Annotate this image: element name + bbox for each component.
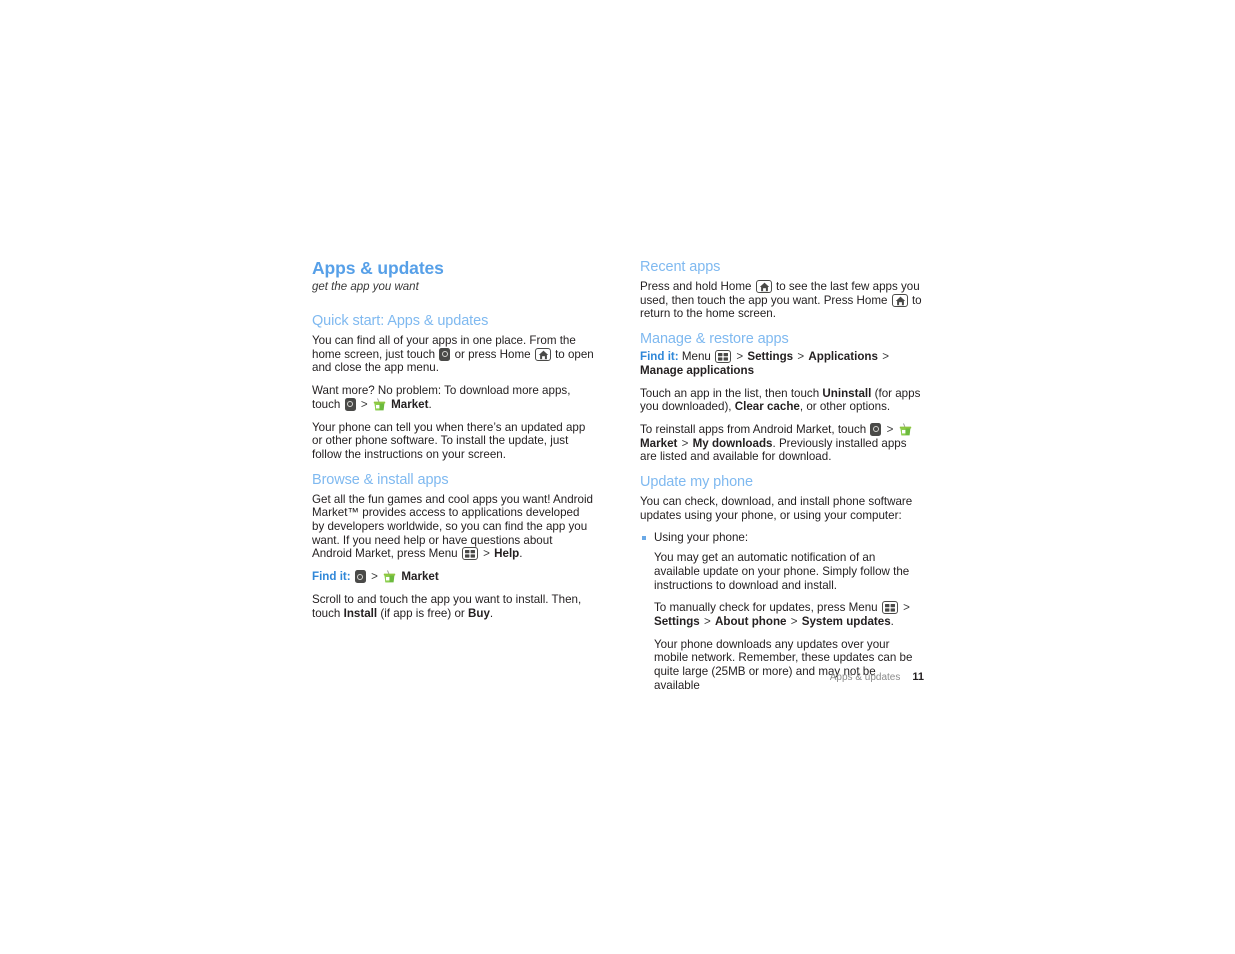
separator-gt: > — [681, 436, 689, 450]
menu-key-icon — [881, 601, 898, 615]
paragraph-browse: Get all the fun games and cool apps you … — [312, 493, 594, 562]
section-heading-manage-restore: Manage & restore apps — [640, 331, 789, 348]
right-column: Recent apps Press and hold Home to see t… — [640, 258, 922, 692]
home-key-icon — [891, 293, 908, 307]
separator-gt: > — [736, 350, 744, 364]
market-bag-icon — [383, 570, 396, 583]
separator-gt: > — [797, 350, 805, 364]
separator-gt: > — [903, 601, 910, 615]
findit-manage-restore: Find it: Menu > Settings > Applications … — [640, 350, 922, 377]
separator-gt: > — [360, 397, 368, 411]
separator-gt: > — [882, 350, 889, 364]
footer-chapter-name: Apps & updates — [829, 672, 901, 683]
page-title: Apps & updates — [312, 258, 444, 278]
text-bold-my-downloads: My downloads — [692, 436, 773, 450]
section-heading-update-my-phone: Update my phone — [640, 474, 753, 491]
paragraph-auto-notification: You may get an automatic notification of… — [654, 551, 910, 592]
text-bold-market: Market — [391, 397, 429, 411]
text-bold-applications: Applications — [808, 350, 878, 364]
text-bold-about-phone: About phone — [715, 614, 787, 628]
text-run: . — [519, 547, 523, 561]
app-drawer-icon — [354, 570, 366, 584]
text-run: Press and hold Home — [640, 280, 752, 293]
paragraph-recent-apps: Press and hold Home to see the last few … — [640, 280, 922, 321]
text-run: To reinstall apps from Android Market, t… — [640, 422, 867, 436]
text-bold-settings: Settings — [747, 350, 794, 364]
menu-key-icon — [715, 350, 732, 364]
paragraph-manual-check: To manually check for updates, press Men… — [640, 601, 922, 628]
separator-gt: > — [371, 570, 378, 584]
text-run: , or other options. — [799, 400, 891, 414]
separator-gt: > — [790, 614, 798, 628]
paragraph-reinstall: To reinstall apps from Android Market, t… — [640, 422, 922, 464]
page-subtitle: get the app you want — [312, 281, 419, 293]
text-bold-install: Install — [343, 606, 378, 620]
bullet-label: Using your phone: — [654, 531, 749, 545]
text-bold-system-updates: System updates — [801, 614, 891, 628]
findit-browse-install: Find it: > Market — [312, 570, 594, 584]
text-run: . — [890, 614, 894, 628]
text-run: . — [428, 397, 432, 411]
manual-page: Apps & updates get the app you want Quic… — [0, 0, 1235, 954]
text-bold-market: Market — [640, 436, 678, 450]
text-bold-manage-applications: Manage applications — [640, 363, 755, 377]
left-column: Apps & updates get the app you want Quic… — [312, 258, 594, 620]
section-heading-browse-install: Browse & install apps — [312, 471, 449, 488]
text-run: or press Home — [454, 347, 531, 361]
footer-page-number: 11 — [912, 671, 924, 683]
text-bold-help: Help — [494, 547, 520, 561]
paragraph-scroll-install: Scroll to and touch the app you want to … — [312, 593, 594, 620]
text-run: Menu — [681, 350, 711, 364]
text-bold-settings: Settings — [654, 614, 700, 628]
text-bold-market: Market — [401, 570, 439, 584]
text-bold-buy: Buy — [468, 606, 490, 620]
separator-gt: > — [886, 422, 894, 436]
paragraph-updated-app: Your phone can tell you when there’s an … — [312, 420, 586, 461]
paragraph-want-more: Want more? No problem: To download more … — [312, 384, 594, 411]
separator-gt: > — [703, 614, 711, 628]
text-run: (if app is free) or — [380, 606, 465, 620]
findit-label: Find it: — [312, 570, 351, 584]
text-bold-clear-cache: Clear cache — [734, 400, 800, 414]
section-heading-recent-apps: Recent apps — [640, 259, 721, 275]
app-drawer-icon — [439, 347, 451, 361]
text-run: To manually check for updates, press Men… — [654, 601, 878, 615]
text-run: Touch an app in the list, then touch — [640, 386, 820, 400]
page-footer: Apps & updates 11 — [636, 670, 924, 685]
app-drawer-icon — [344, 397, 356, 411]
home-key-icon — [755, 280, 772, 293]
two-column-body: Apps & updates get the app you want Quic… — [312, 258, 924, 692]
home-key-icon — [534, 347, 551, 361]
paragraph-quick-start: You can find all of your apps in one pla… — [312, 334, 594, 375]
text-run: . Previously installed apps are listed a… — [640, 436, 907, 464]
text-run: Get all the fun games and cool apps you … — [312, 492, 594, 561]
separator-gt: > — [483, 547, 490, 561]
paragraph-touch-app: Touch an app in the list, then touch Uni… — [640, 387, 922, 414]
section-heading-quick-start: Quick start: Apps & updates — [312, 313, 489, 329]
menu-key-icon — [461, 547, 478, 561]
paragraph-update-intro: You can check, download, and install pho… — [640, 495, 913, 522]
findit-label: Find it: — [640, 350, 679, 364]
update-phone-bullet-list: Using your phone: — [640, 531, 922, 545]
market-bag-icon — [373, 398, 386, 411]
market-bag-icon — [899, 423, 912, 436]
text-run: . — [489, 606, 494, 620]
text-bold-uninstall: Uninstall — [822, 386, 872, 400]
app-drawer-icon — [870, 422, 882, 436]
list-item: Using your phone: — [640, 531, 922, 545]
